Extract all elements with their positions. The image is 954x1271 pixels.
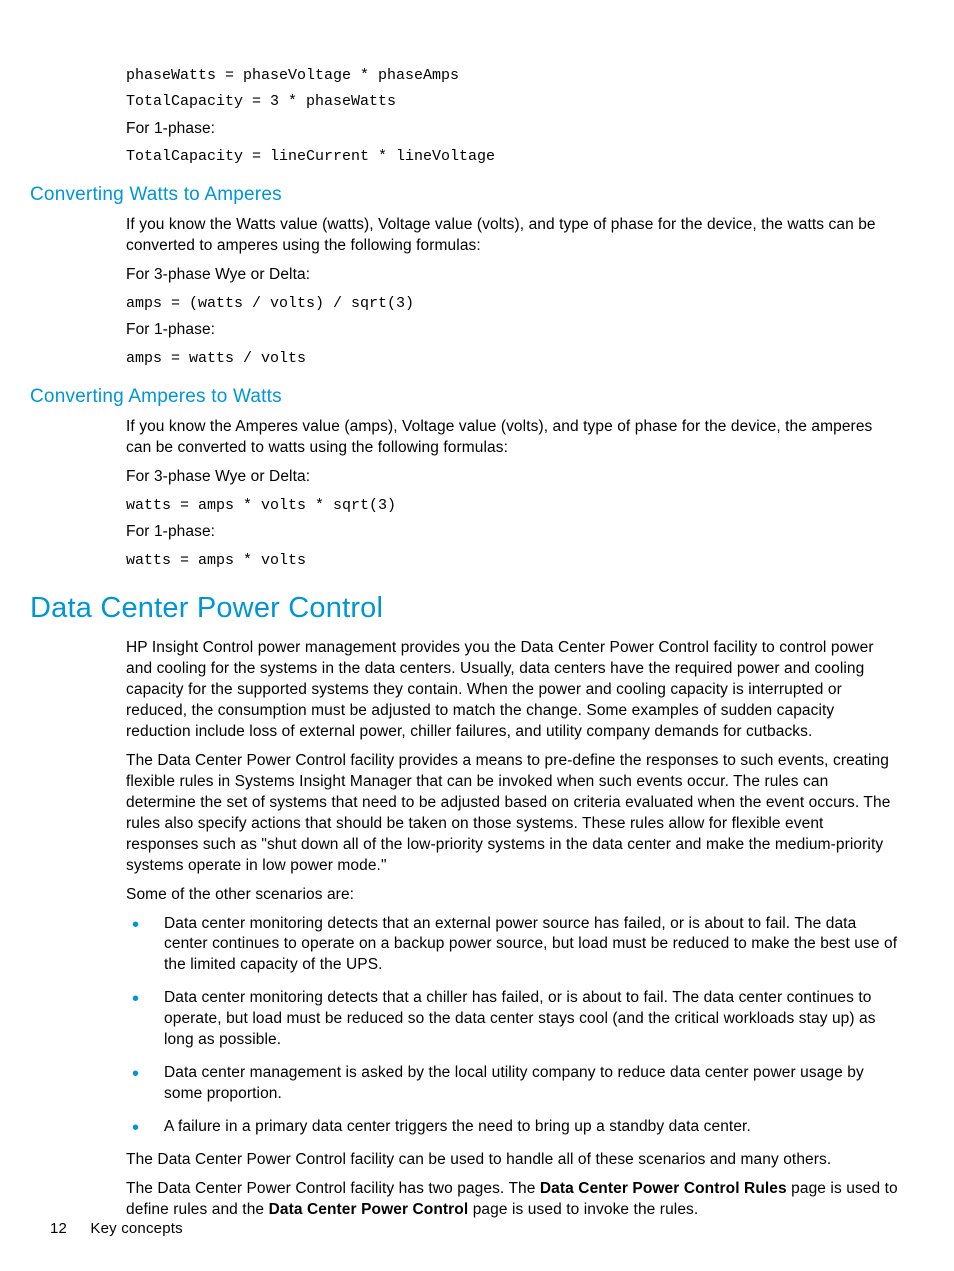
body-text: For 1-phase: bbox=[126, 320, 900, 341]
code-line: TotalCapacity = lineCurrent * lineVoltag… bbox=[126, 147, 900, 167]
document-page: phaseWatts = phaseVoltage * phaseAmps To… bbox=[0, 0, 954, 1271]
code-line: TotalCapacity = 3 * phaseWatts bbox=[126, 92, 900, 112]
footer-chapter-title: Key concepts bbox=[90, 1220, 182, 1237]
code-line: watts = amps * volts * sqrt(3) bbox=[126, 496, 900, 516]
body-text: If you know the Amperes value (amps), Vo… bbox=[126, 417, 900, 459]
body-text: For 1-phase: bbox=[126, 119, 900, 140]
bullet-list: Data center monitoring detects that an e… bbox=[126, 914, 900, 1138]
page-content: phaseWatts = phaseVoltage * phaseAmps To… bbox=[126, 66, 900, 1221]
bold-text: Data Center Power Control bbox=[269, 1201, 469, 1218]
page-number: 12 bbox=[50, 1220, 86, 1237]
body-text: The Data Center Power Control facility c… bbox=[126, 1150, 900, 1171]
code-line: amps = watts / volts bbox=[126, 349, 900, 369]
body-text: For 1-phase: bbox=[126, 522, 900, 543]
list-item: A failure in a primary data center trigg… bbox=[126, 1117, 900, 1138]
body-text: For 3-phase Wye or Delta: bbox=[126, 265, 900, 286]
body-text: The Data Center Power Control facility h… bbox=[126, 1179, 900, 1221]
list-item: Data center monitoring detects that an e… bbox=[126, 914, 900, 977]
body-text-span: page is used to invoke the rules. bbox=[468, 1201, 698, 1218]
body-text: HP Insight Control power management prov… bbox=[126, 638, 900, 743]
list-item: Data center monitoring detects that a ch… bbox=[126, 988, 900, 1051]
body-text: Some of the other scenarios are: bbox=[126, 885, 900, 906]
page-footer: 12 Key concepts bbox=[50, 1220, 183, 1237]
code-line: phaseWatts = phaseVoltage * phaseAmps bbox=[126, 66, 900, 86]
code-line: watts = amps * volts bbox=[126, 551, 900, 571]
bold-text: Data Center Power Control Rules bbox=[540, 1180, 787, 1197]
code-line: amps = (watts / volts) / sqrt(3) bbox=[126, 294, 900, 314]
heading-converting-watts-to-amperes: Converting Watts to Amperes bbox=[30, 182, 900, 208]
heading-data-center-power-control: Data Center Power Control bbox=[30, 589, 900, 628]
body-text: The Data Center Power Control facility p… bbox=[126, 751, 900, 877]
body-text: If you know the Watts value (watts), Vol… bbox=[126, 215, 900, 257]
heading-converting-amperes-to-watts: Converting Amperes to Watts bbox=[30, 384, 900, 410]
list-item: Data center management is asked by the l… bbox=[126, 1063, 900, 1105]
body-text-span: The Data Center Power Control facility h… bbox=[126, 1180, 540, 1197]
body-text: For 3-phase Wye or Delta: bbox=[126, 467, 900, 488]
